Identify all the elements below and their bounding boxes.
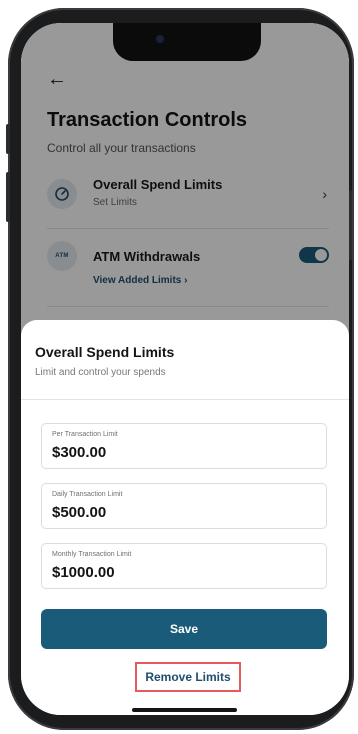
field-label: Daily Transaction Limit	[52, 491, 123, 498]
divider	[21, 399, 349, 400]
field-value[interactable]: $300.00	[52, 444, 106, 461]
field-label: Monthly Transaction Limit	[52, 551, 132, 558]
bottom-sheet: Overall Spend Limits Limit and control y…	[21, 320, 349, 715]
side-button	[6, 172, 10, 222]
home-indicator	[132, 708, 237, 712]
phone-screen: ← Transaction Controls Control all your …	[21, 23, 349, 715]
field-value[interactable]: $500.00	[52, 504, 106, 521]
sheet-title: Overall Spend Limits	[35, 344, 175, 360]
field-value[interactable]: $1000.00	[52, 564, 115, 581]
per-transaction-limit-field[interactable]: Per Transaction Limit $300.00	[41, 423, 327, 469]
save-button[interactable]: Save	[41, 609, 327, 649]
sheet-subtitle: Limit and control your spends	[35, 367, 166, 378]
field-label: Per Transaction Limit	[52, 431, 118, 438]
side-button	[6, 124, 10, 154]
remove-limits-button[interactable]: Remove Limits	[135, 662, 241, 692]
camera-icon	[156, 35, 164, 43]
daily-transaction-limit-field[interactable]: Daily Transaction Limit $500.00	[41, 483, 327, 529]
monthly-transaction-limit-field[interactable]: Monthly Transaction Limit $1000.00	[41, 543, 327, 589]
notch	[113, 23, 261, 61]
